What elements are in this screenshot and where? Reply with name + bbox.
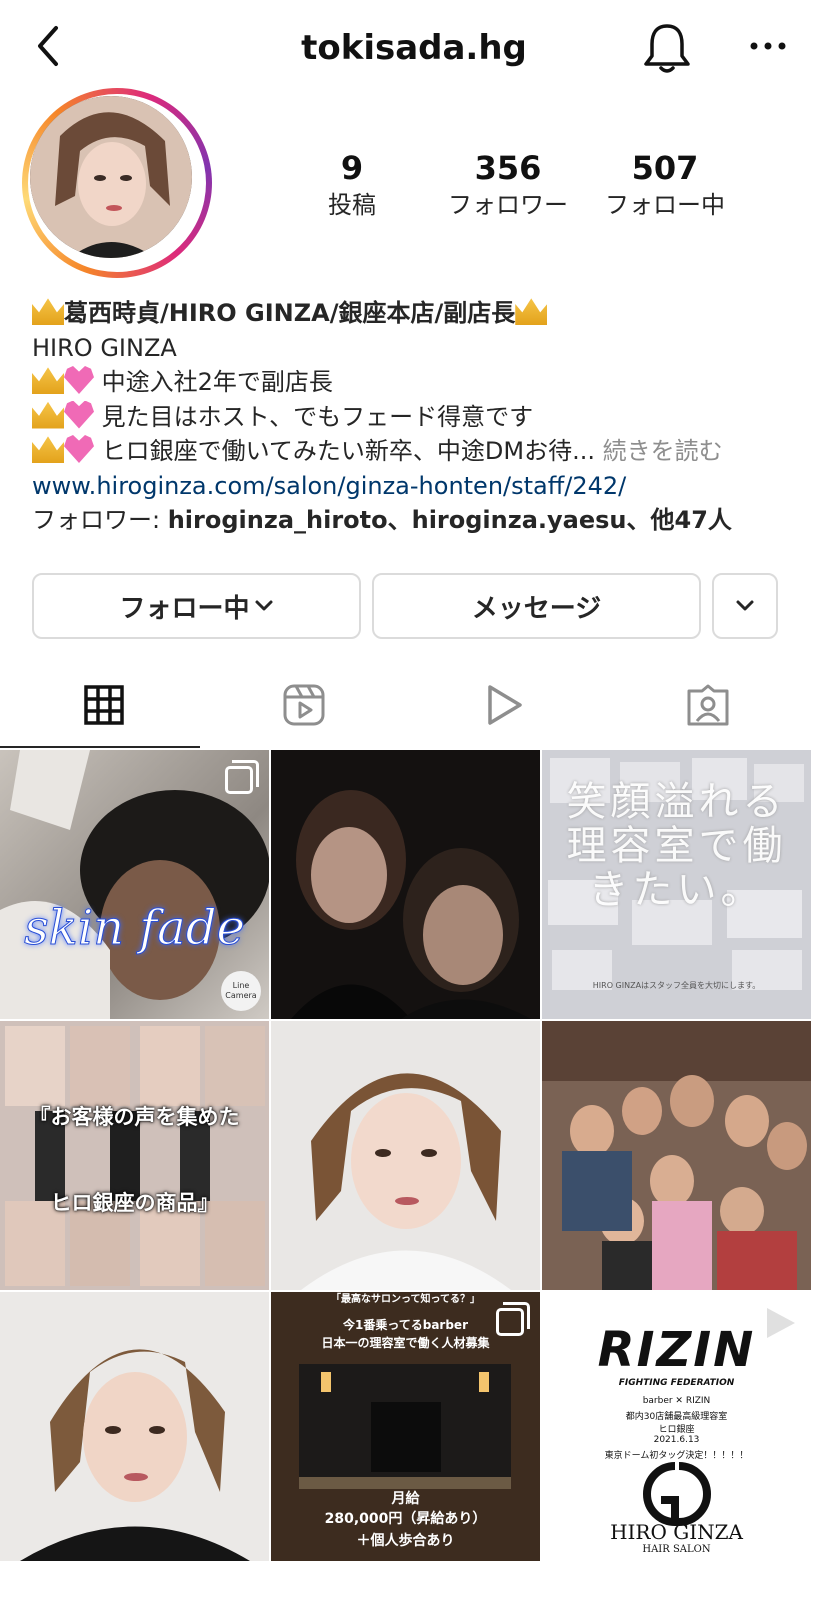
post-thumbnail[interactable]: 『お客様の声を集めた ヒロ銀座の商品』 [0,1021,269,1290]
reels-icon [283,684,324,726]
tab-videos[interactable] [400,660,607,750]
profile-username: tokisada.hg [301,28,527,68]
post-thumbnail[interactable]: 「最高なサロンって知ってる？」 今1番乗ってるbarber 日本一の理容室で働く… [271,1292,540,1561]
chevron-down-icon [736,600,754,611]
heart-emoji-icon [64,400,94,429]
post-caption-p8-l4: 280,000円（昇給あり） [324,1511,487,1527]
post-thumbnail[interactable] [271,750,540,1019]
post-thumbnail[interactable]: skin fade Line Camera [0,750,269,1019]
posts-count-label: 投稿 [328,191,376,219]
crown-emoji-icon [515,298,548,325]
mutual-followers[interactable]: フォロワー: hiroginza_hiroto、hiroginza.yaesu、… [32,503,812,538]
chevron-down-icon [255,600,272,611]
bio-line: ヒロ銀座で働いてみたい新卒、中途DMお待... 続きを読む [32,434,812,469]
heart-emoji-icon [64,366,94,394]
followers-count-label: フォロワー [448,191,568,219]
bio-line-3: ヒロ銀座で働いてみたい新卒、中途DMお待... [101,437,595,465]
profile-bio: 葛西時貞/HIRO GINZA/銀座本店/副店長 HIRO GINZA 中途入社… [32,296,812,538]
suggested-dropdown-button[interactable] [712,573,778,639]
post-caption-voice-bottom: ヒロ銀座の商品』 [50,1191,219,1215]
bio-category: HIRO GINZA [32,333,177,362]
post-caption-p9-l4: 2021.6.13 [653,1435,700,1445]
post-thumbnail[interactable] [271,1021,540,1290]
avatar-photo [30,96,192,258]
mutual-followers-prefix: フォロワー: [32,506,168,534]
hiro-ginza-brand: HIRO GINZA [610,1520,743,1544]
following-count-value: 507 [631,149,699,187]
post-caption-p8-l3: 月給 [391,1491,420,1507]
bio-line: 中途入社2年で副店長 [32,365,812,400]
crown-emoji-icon [32,298,64,325]
heart-emoji-icon [64,435,94,463]
post-caption-voice-top: 『お客様の声を集めた [29,1105,240,1129]
post-caption-p9-l1: barber ✕ RIZIN [642,1396,711,1406]
post-caption-p8-top: 「最高なサロンって知ってる？」 [331,1294,480,1305]
following-count-label: フォロー中 [605,191,725,219]
more-options-icon[interactable] [748,28,788,68]
post-caption-p8-l5: ＋個人歩合あり [356,1533,455,1549]
post-caption-p9-l2: 都内30店舗最高級理容室 [625,1412,728,1422]
tab-reels[interactable] [200,660,407,750]
post-thumbnail[interactable]: RIZIN FIGHTING FEDERATION barber ✕ RIZIN… [542,1292,811,1561]
post-caption-skin-fade: skin fade [24,900,246,957]
carousel-icon [496,1302,530,1336]
post-thumbnail[interactable] [0,1292,269,1561]
carousel-icon [225,760,259,794]
message-button-label: メッセージ [471,593,602,624]
line-camera-badge: Line Camera [221,971,261,1011]
bio-line-2: 見た目はホスト、でもフェード得意です [101,402,534,431]
posts-count-value: 9 [340,149,364,187]
followers-count-value: 356 [474,149,542,187]
post-image [0,1292,269,1561]
active-tab-indicator [0,746,200,748]
post-image [271,1021,540,1290]
post-image [0,1021,269,1290]
posts-count[interactable]: 9 投稿 [272,150,432,222]
post-caption-recruit: 笑顔溢れる理容室で働きたい。 [566,779,787,913]
bell-icon[interactable] [640,20,694,76]
rizin-logo-sub: FIGHTING FEDERATION [618,1378,735,1388]
post-image [542,1021,811,1290]
bio-name-line: 葛西時貞/HIRO GINZA/銀座本店/副店長 [32,296,812,331]
crown-emoji-icon [32,436,64,463]
following-button[interactable]: フォロー中 [32,573,361,639]
tagged-person-icon [687,684,728,726]
hiro-ginza-brand-sub: HAIR SALON [642,1544,711,1555]
post-caption-sub: HIRO GINZAはスタッフ全員を大切にします。 [592,981,761,990]
followers-count[interactable]: 356 フォロワー [428,150,588,222]
following-count[interactable]: 507 フォロー中 [585,150,745,222]
profile-tabs [0,660,828,750]
top-bar: tokisada.hg [0,0,828,96]
bio-line-1: 中途入社2年で副店長 [101,368,333,396]
post-thumbnail[interactable] [542,1021,811,1290]
tab-grid[interactable] [0,660,207,750]
hiro-ginza-logo-icon [643,1462,711,1527]
crown-emoji-icon [32,401,64,429]
post-image [271,750,540,1019]
message-button[interactable]: メッセージ [372,573,701,639]
bio-line: 見た目はホスト、でもフェード得意です [32,400,812,435]
post-caption-p9-l3: ヒロ銀座 [658,1425,695,1435]
grid-icon [83,685,124,725]
read-more-link[interactable]: 続きを読む [595,437,723,465]
play-icon [487,685,522,725]
following-button-label: フォロー中 [119,593,250,624]
avatar[interactable] [22,88,212,278]
bio-website-link[interactable]: www.hiroginza.com/salon/ginza-honten/sta… [32,469,812,504]
bio-name: 葛西時貞/HIRO GINZA/銀座本店/副店長 [64,299,516,327]
mutual-followers-names: hiroginza_hiroto、hiroginza.yaesu、他47人 [167,506,732,534]
post-thumbnail[interactable]: 笑顔溢れる理容室で働きたい。 HIRO GINZAはスタッフ全員を大切にします。 [542,750,811,1019]
crown-emoji-icon [32,367,64,394]
tab-tagged[interactable] [604,660,811,750]
post-caption-p8-l2: 日本一の理容室で働く人材募集 [321,1336,490,1350]
